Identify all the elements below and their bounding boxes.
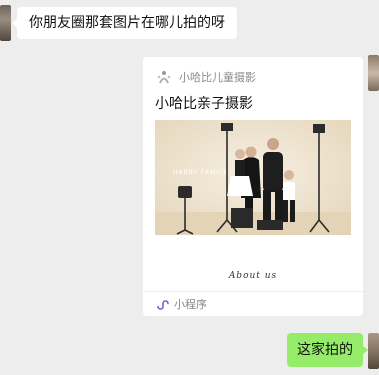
self-avatar[interactable] xyxy=(368,55,379,91)
habby-logo-icon xyxy=(155,68,173,86)
contact-avatar[interactable] xyxy=(0,5,11,41)
photo-overlay-text: HABBY FAMILY xyxy=(173,169,227,176)
mini-program-title: 小哈比亲子摄影 xyxy=(155,96,253,112)
mini-program-header: 小哈比儿童摄影 xyxy=(155,67,256,87)
mini-program-app-name: 小哈比儿童摄影 xyxy=(179,71,256,84)
incoming-message-bubble[interactable]: 你朋友圈那套图片在哪儿拍的呀 xyxy=(12,7,237,39)
mini-program-icon xyxy=(155,297,169,311)
outgoing-message-bubble[interactable]: 这家拍的 xyxy=(287,333,368,367)
outgoing-message-text: 这家拍的 xyxy=(297,342,353,358)
mini-program-card[interactable]: 小哈比儿童摄影 小哈比亲子摄影 HABBY FAMILY About us 小程… xyxy=(143,57,363,316)
self-avatar-bottom[interactable] xyxy=(368,333,379,369)
mini-program-caption: About us xyxy=(228,271,278,281)
mini-program-footer: 小程序 xyxy=(143,291,363,316)
incoming-message-text: 你朋友圈那套图片在哪儿拍的呀 xyxy=(29,15,225,31)
mini-program-footer-label: 小程序 xyxy=(174,298,207,311)
family-photo-image: HABBY FAMILY xyxy=(155,120,351,235)
